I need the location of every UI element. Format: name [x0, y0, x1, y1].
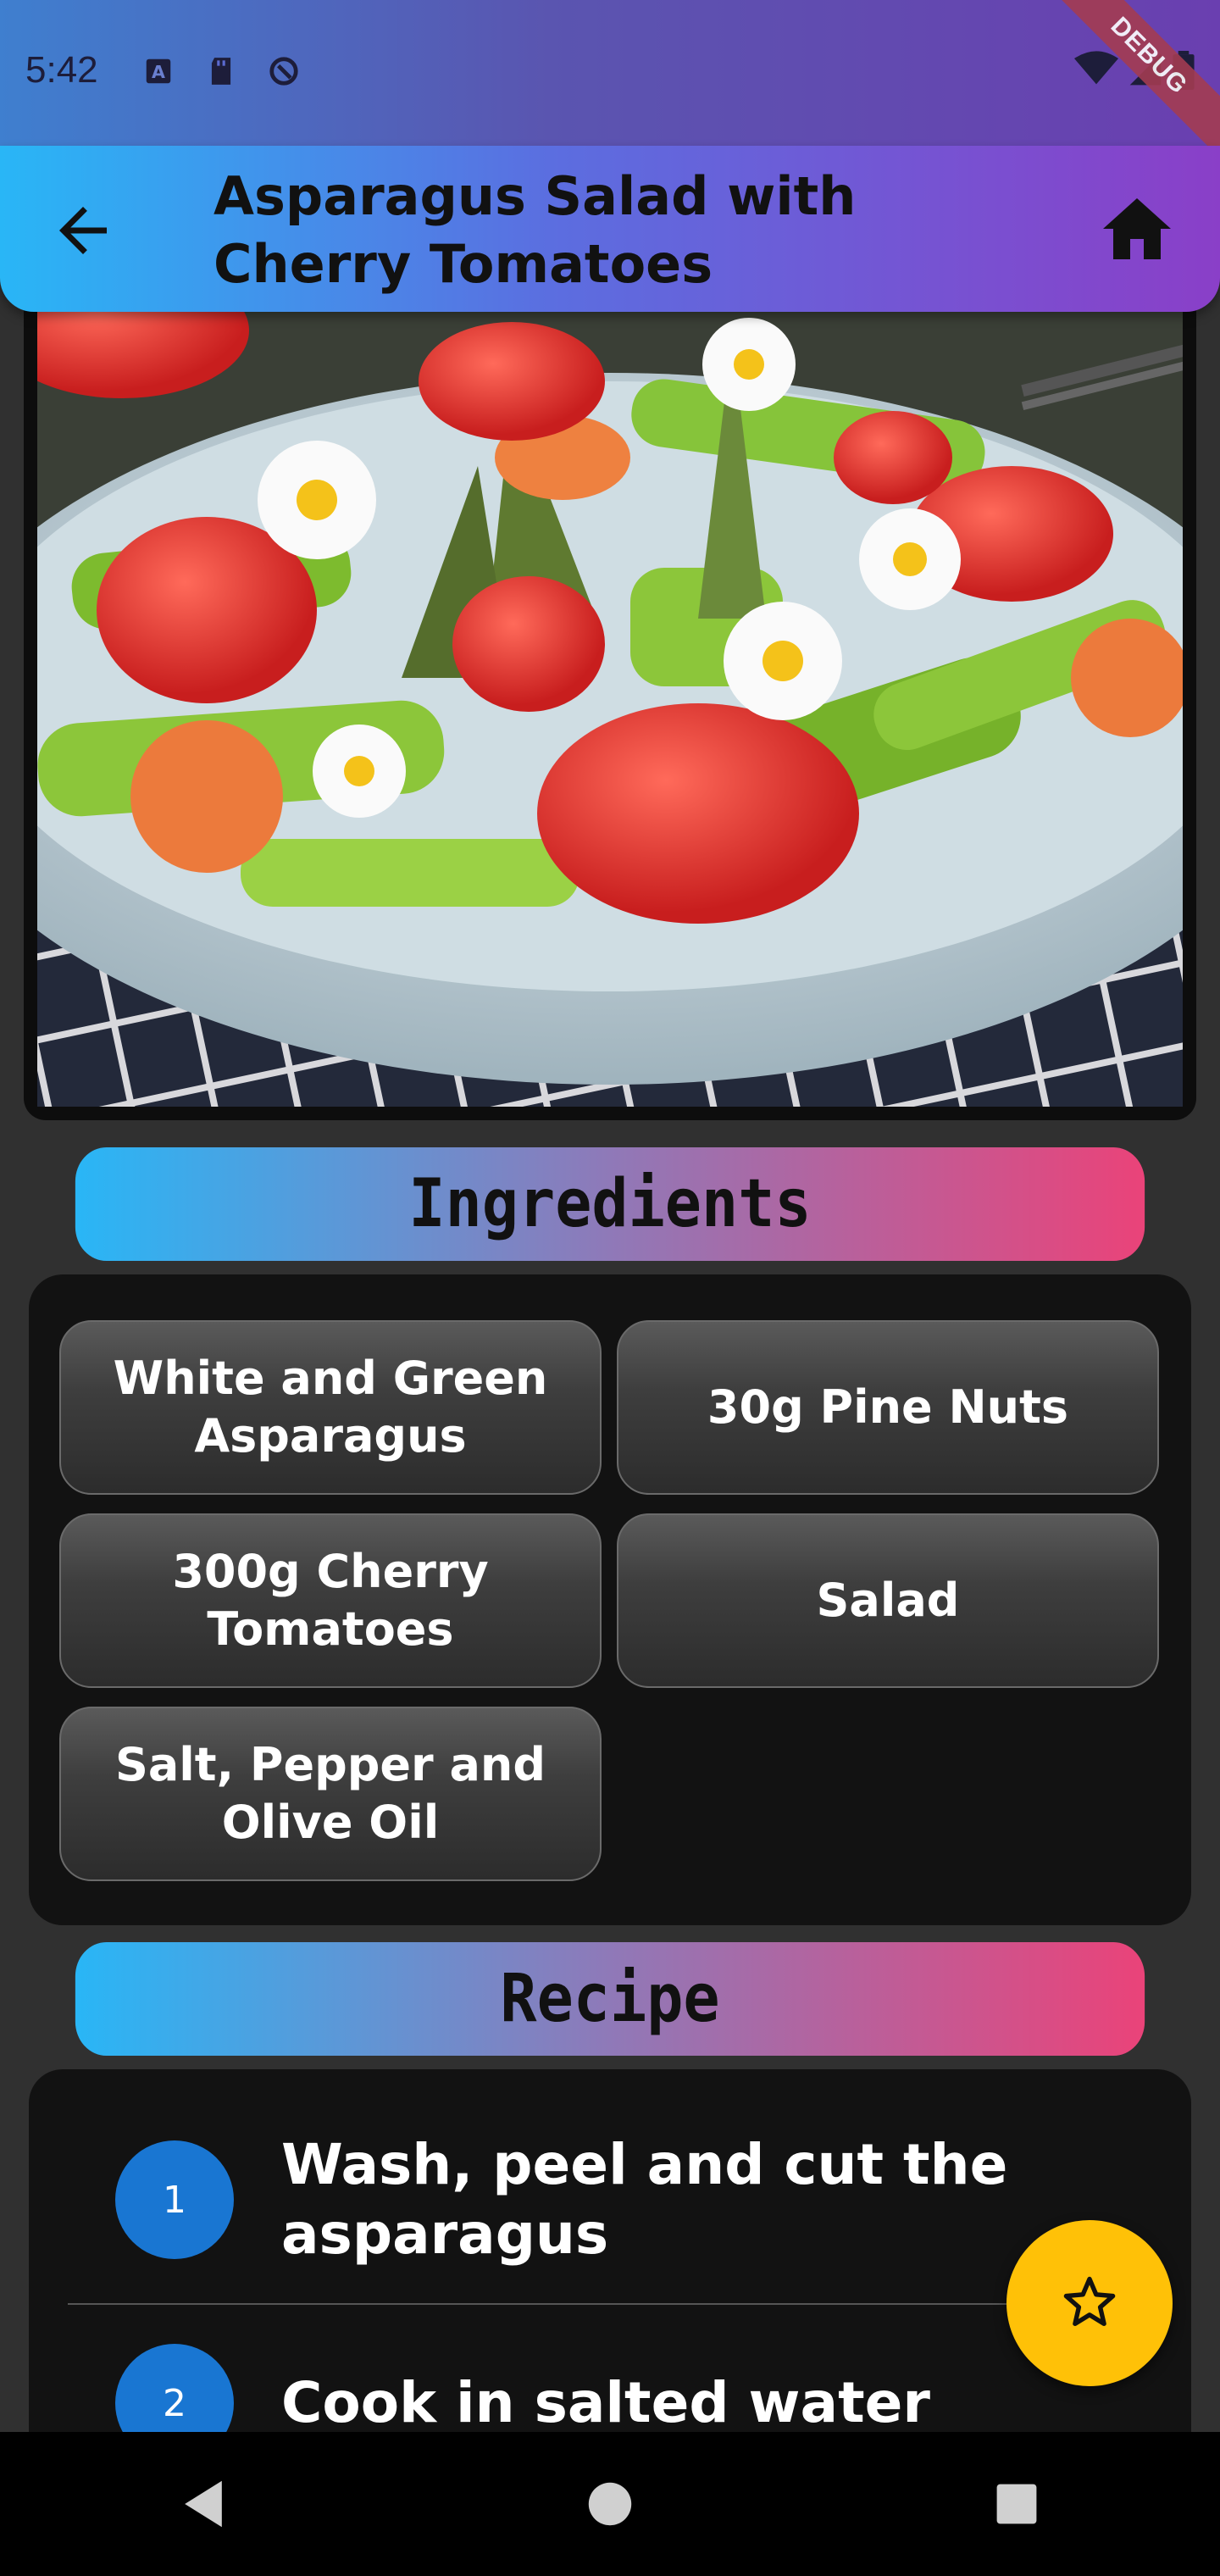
ingredient-label: White and Green Asparagus — [113, 1352, 548, 1463]
svg-text:A: A — [152, 62, 165, 82]
wifi-icon — [1074, 51, 1118, 85]
ingredient-label: 30g Pine Nuts — [707, 1380, 1069, 1434]
salad-illustration — [37, 288, 1183, 1107]
app-bar: Asparagus Salad with Cherry Tomatoes — [0, 146, 1220, 312]
ingredient-chip[interactable]: 30g Pine Nuts — [617, 1320, 1159, 1495]
nav-back-button[interactable] — [169, 2470, 237, 2538]
sd-card-icon — [211, 58, 231, 85]
step-divider — [68, 2303, 1118, 2305]
ingredient-label: Salad — [816, 1574, 960, 1627]
ingredient-label: Salt, Pepper and Olive Oil — [114, 1738, 546, 1849]
step-text: Wash, peel and cut the asparagus — [281, 2132, 1008, 2267]
nav-home-button[interactable] — [576, 2470, 644, 2538]
ingredients-header: Ingredients — [75, 1147, 1145, 1261]
ingredients-header-label: Ingredients — [408, 1166, 812, 1242]
page-title: Asparagus Salad with Cherry Tomatoes — [214, 165, 857, 295]
vpn-key-icon — [269, 57, 298, 86]
star-outline-icon — [1063, 2276, 1116, 2326]
font-a-icon: A — [146, 58, 171, 84]
home-circle-icon — [588, 2482, 632, 2526]
ingredient-chip[interactable]: Salad — [617, 1513, 1159, 1688]
step-text: Cook in salted water — [281, 2370, 930, 2435]
arrow-back-icon[interactable] — [47, 195, 119, 266]
recipe-hero-image — [24, 288, 1196, 1120]
ingredient-chip[interactable]: Salt, Pepper and Olive Oil — [59, 1707, 602, 1881]
step-number-badge: 1 — [115, 2140, 234, 2259]
recipe-header-label: Recipe — [500, 1961, 720, 2037]
system-nav-bar — [0, 2432, 1220, 2576]
recipe-header: Recipe — [75, 1942, 1145, 2056]
ingredient-label: 300g Cherry Tomatoes — [172, 1545, 489, 1656]
status-bar: 5:42 A DEBUG — [0, 0, 1220, 162]
status-time: 5:42 — [25, 49, 98, 91]
recipe-step[interactable]: 1 Wash, peel and cut the asparagus — [68, 2130, 1152, 2269]
recents-square-icon — [996, 2484, 1037, 2524]
ingredient-chip[interactable]: White and Green Asparagus — [59, 1320, 602, 1495]
home-icon[interactable] — [1096, 188, 1178, 269]
nav-recents-button[interactable] — [983, 2470, 1051, 2538]
ingredient-chip[interactable]: 300g Cherry Tomatoes — [59, 1513, 602, 1688]
favorite-fab-button[interactable] — [1006, 2220, 1173, 2386]
ingredients-panel: White and Green Asparagus 30g Pine Nuts … — [29, 1274, 1191, 1925]
back-triangle-icon — [185, 2480, 222, 2528]
